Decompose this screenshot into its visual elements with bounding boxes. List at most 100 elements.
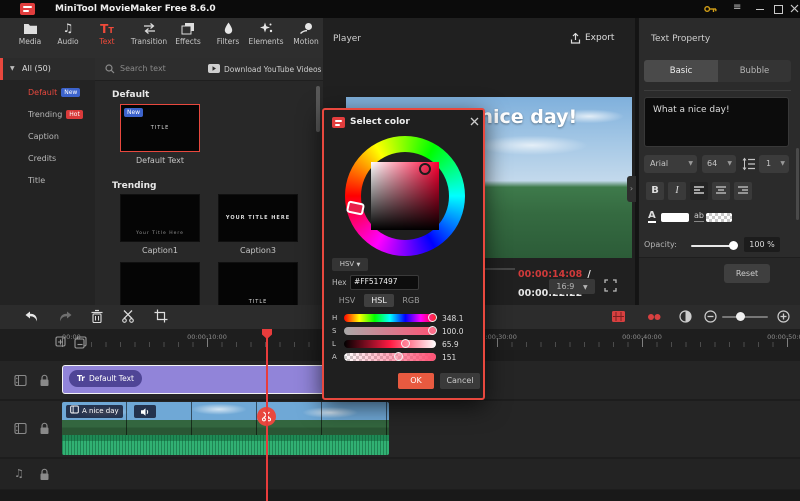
tab-motion[interactable]: Motion <box>286 22 326 56</box>
template-default-text[interactable]: New TITLE <box>120 104 200 152</box>
text-input[interactable]: What a nice day! <box>644 97 789 147</box>
saturation-slider-handle[interactable] <box>428 326 437 335</box>
add-track-icon[interactable] <box>55 336 68 349</box>
chevron-down-icon: ▼ <box>727 155 732 173</box>
lock-icon[interactable] <box>39 422 50 435</box>
undo-icon[interactable] <box>24 310 39 324</box>
timeline-zoom-slider[interactable] <box>722 316 768 318</box>
lightness-slider[interactable] <box>344 340 436 348</box>
redo-icon[interactable] <box>58 310 73 324</box>
align-left-button[interactable] <box>690 182 708 200</box>
hue-slider[interactable] <box>344 314 436 322</box>
highlight-color-icon[interactable]: ab <box>694 211 704 222</box>
sidebar-item-credits[interactable]: Credits <box>28 154 56 163</box>
cancel-button[interactable]: Cancel <box>440 373 480 389</box>
alpha-slider-handle[interactable] <box>394 352 403 361</box>
font-size-select[interactable]: 64▼ <box>702 155 736 173</box>
zoom-out-icon[interactable] <box>704 310 717 323</box>
alpha-slider[interactable] <box>344 353 436 361</box>
sv-cursor[interactable] <box>419 163 431 175</box>
template-item[interactable]: TITLE <box>218 262 298 305</box>
lock-icon[interactable] <box>39 468 50 481</box>
dialog-logo-icon <box>332 117 345 128</box>
tab-effects[interactable]: Effects <box>168 22 208 56</box>
manage-tracks-icon[interactable] <box>74 336 87 349</box>
lock-icon[interactable] <box>39 374 50 387</box>
line-spacing-select[interactable]: 1▼ <box>759 155 789 173</box>
category-all[interactable]: ▼ All (50) <box>0 58 95 80</box>
sidebar-item-trending[interactable]: TrendingHot <box>28 110 83 119</box>
tab-bubble[interactable]: Bubble <box>718 60 791 82</box>
text-tr-icon: TT <box>87 22 127 35</box>
ok-button[interactable]: OK <box>398 373 434 389</box>
tab-hsv[interactable]: HSV <box>332 294 362 307</box>
minimize-icon[interactable] <box>756 9 764 10</box>
hue-ring-handle[interactable] <box>346 200 365 215</box>
font-color-icon[interactable]: A <box>648 210 656 223</box>
opacity-slider-handle[interactable] <box>729 241 738 250</box>
sidebar-item-title[interactable]: Title <box>28 176 45 185</box>
panel-scrollbar[interactable] <box>796 148 799 220</box>
hue-slider-handle[interactable] <box>428 313 437 322</box>
line-spacing-icon[interactable] <box>742 157 756 171</box>
font-family-select[interactable]: Arial▼ <box>644 155 697 173</box>
menu-icon[interactable]: ≡ <box>733 3 741 13</box>
download-youtube-button[interactable]: Download YouTube Videos <box>224 65 321 74</box>
saturation-value-square[interactable] <box>371 162 439 230</box>
font-color-swatch[interactable] <box>661 213 689 222</box>
sidebar-item-default[interactable]: DefaultNew <box>28 88 80 97</box>
close-icon[interactable] <box>790 4 799 13</box>
tab-text[interactable]: TT Text <box>87 22 127 56</box>
tab-transition[interactable]: Transition <box>126 22 172 56</box>
record-icon[interactable] <box>612 311 625 322</box>
search-input[interactable]: Search text <box>120 64 166 73</box>
align-right-button[interactable] <box>734 182 752 200</box>
sparkle-icon <box>259 22 273 35</box>
aspect-ratio-select[interactable]: 16:9 ▼ <box>549 279 595 294</box>
template-item[interactable] <box>120 262 200 305</box>
tab-media[interactable]: Media <box>10 22 50 56</box>
tab-hsl[interactable]: HSL <box>364 294 394 307</box>
align-center-button[interactable] <box>712 182 730 200</box>
tab-basic[interactable]: Basic <box>644 60 718 82</box>
fullscreen-icon[interactable] <box>604 279 617 292</box>
collapse-panel-button[interactable]: › <box>627 176 636 202</box>
bold-button[interactable]: B <box>646 182 664 200</box>
contrast-icon[interactable] <box>679 310 692 323</box>
folder-icon <box>23 22 38 35</box>
section-title-trending: Trending <box>112 181 156 191</box>
maximize-icon[interactable] <box>774 5 783 14</box>
opacity-label: Opacity: <box>644 240 677 249</box>
dialog-close-icon[interactable] <box>470 117 479 126</box>
zoom-in-icon[interactable] <box>777 310 790 323</box>
hex-input[interactable]: #FF517497 <box>350 275 419 290</box>
timeline-zoom-handle[interactable] <box>736 312 745 321</box>
italic-button[interactable]: I <box>668 182 686 200</box>
link-dots-icon[interactable] <box>647 313 661 321</box>
lightness-slider-handle[interactable] <box>401 339 410 348</box>
library-scrollbar[interactable] <box>316 86 320 132</box>
saturation-slider[interactable] <box>344 327 436 335</box>
template-label: Default Text <box>120 156 200 165</box>
delete-icon[interactable] <box>90 309 104 324</box>
tab-filters[interactable]: Filters <box>208 22 248 56</box>
playhead-line[interactable] <box>266 331 268 501</box>
opacity-value: 100 % <box>744 237 780 252</box>
saturation-slider-row: S 100.0 <box>324 326 483 338</box>
tab-rgb[interactable]: RGB <box>396 294 426 307</box>
reset-button[interactable]: Reset <box>724 264 770 283</box>
template-caption1[interactable]: Your Title Here <box>120 194 200 242</box>
crop-icon[interactable] <box>154 309 168 323</box>
clip-icon <box>70 405 79 414</box>
template-caption3[interactable]: YOUR TITLE HERE <box>218 194 298 242</box>
split-scissors-icon[interactable] <box>121 309 135 324</box>
tab-elements[interactable]: Elements <box>246 22 286 56</box>
video-clip[interactable]: A nice day <box>62 402 389 455</box>
sidebar-item-caption[interactable]: Caption <box>28 132 59 141</box>
tab-audio[interactable]: ♫ Audio <box>48 22 88 56</box>
license-key-icon[interactable] <box>704 4 717 14</box>
highlight-color-swatch[interactable] <box>706 213 732 222</box>
mute-toggle[interactable] <box>134 405 156 418</box>
color-model-select[interactable]: HSV ▼ <box>332 258 368 271</box>
hue-wheel[interactable] <box>345 136 465 256</box>
